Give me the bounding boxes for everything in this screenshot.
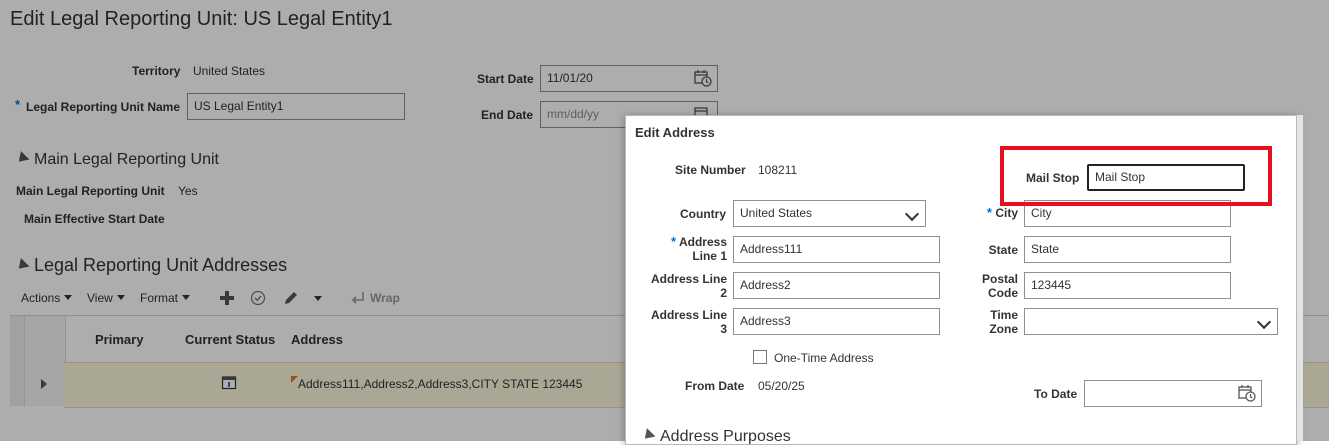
country-select-value: United States <box>740 206 813 220</box>
dialog-title: Edit Address <box>635 125 715 140</box>
state-input[interactable]: State <box>1024 236 1231 263</box>
one-time-address-label: One-Time Address <box>774 351 874 365</box>
country-label: Country <box>680 207 726 221</box>
address-line2-input[interactable]: Address2 <box>733 272 940 299</box>
postal-label-line2: Code <box>988 286 1018 300</box>
address2-label: Address Line 2 <box>646 272 727 300</box>
from-date-label: From Date <box>685 379 745 393</box>
address2-label-line1: Address Line <box>650 272 727 286</box>
time-zone-select[interactable] <box>1024 308 1278 335</box>
to-date-input[interactable] <box>1084 380 1262 407</box>
address3-label-line2: 3 <box>720 322 727 336</box>
address-purposes-title: Address Purposes <box>660 428 791 445</box>
time-zone-label: Time Zone <box>956 308 1018 336</box>
address3-label: Address Line 3 <box>646 308 727 336</box>
country-select[interactable]: United States <box>733 200 926 227</box>
from-date-value: 05/20/25 <box>758 379 805 393</box>
address-line3-input[interactable]: Address3 <box>733 308 940 335</box>
calendar-icon[interactable] <box>1238 384 1256 402</box>
state-label: State <box>988 243 1018 257</box>
address-line1-input[interactable]: Address111 <box>733 236 940 263</box>
one-time-address-checkbox[interactable] <box>753 350 767 364</box>
to-date-label: To Date <box>1034 387 1078 401</box>
postal-code-label: Postal Code <box>956 272 1018 300</box>
address1-label-line1: Address <box>678 235 727 249</box>
required-mark: * <box>986 205 992 220</box>
city-label-text: City <box>995 206 1018 220</box>
timezone-label-line1: Time <box>990 308 1018 322</box>
address2-label-line2: 2 <box>720 286 727 300</box>
site-number-value: 108211 <box>758 163 798 177</box>
dialog-scrollbar[interactable] <box>1297 115 1303 441</box>
address1-label: * Address Line 1 <box>646 234 727 264</box>
postal-label-line1: Postal <box>981 272 1018 286</box>
timezone-label-line2: Zone <box>989 322 1018 336</box>
chevron-down-icon <box>904 206 920 222</box>
site-number-label: Site Number <box>675 163 746 177</box>
required-mark: * <box>671 234 677 249</box>
address1-label-line2: Line 1 <box>692 249 727 263</box>
mail-stop-highlight-box <box>1000 146 1272 206</box>
chevron-down-icon <box>1256 314 1272 330</box>
address-purposes-header[interactable]: Address Purposes <box>640 428 791 445</box>
address3-label-line1: Address Line <box>650 308 727 322</box>
postal-code-input[interactable]: 123445 <box>1024 272 1231 299</box>
city-label: * City <box>956 205 1018 221</box>
